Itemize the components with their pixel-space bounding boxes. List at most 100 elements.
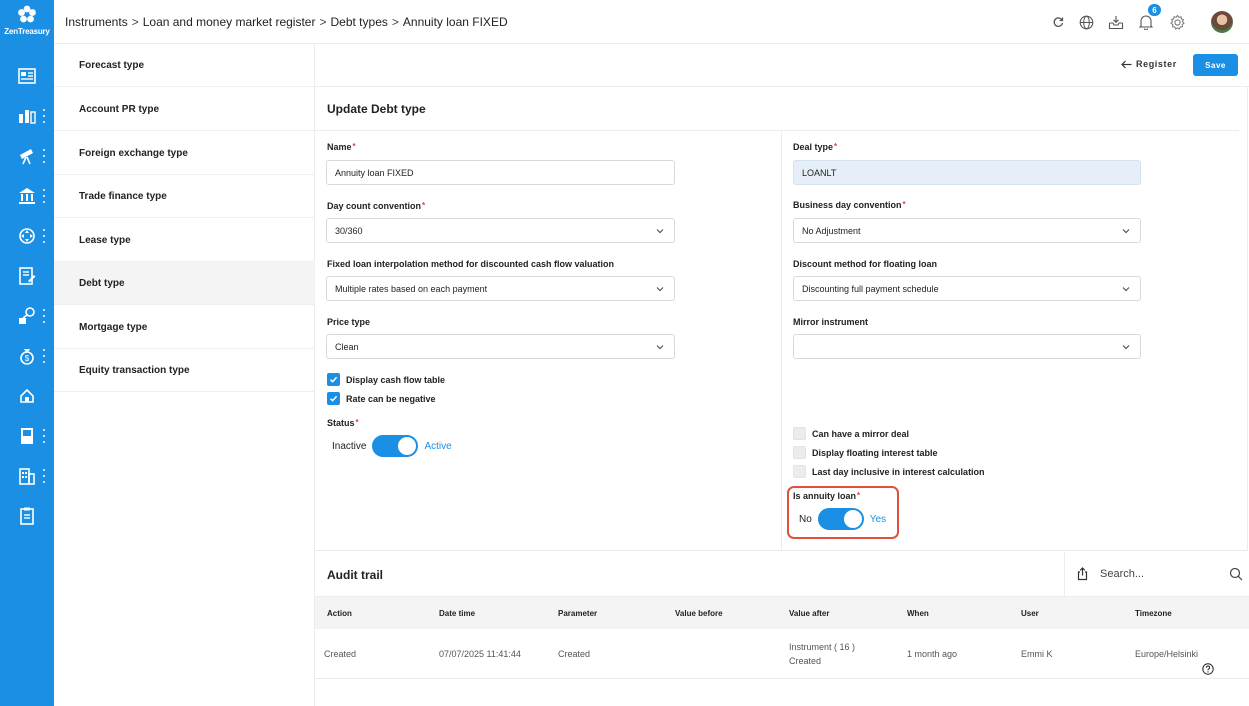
last-day-inclusive-checkbox[interactable]: Last day inclusive in interest calculati… xyxy=(793,465,985,478)
clipboard-icon xyxy=(20,507,34,525)
business-day-select[interactable]: No Adjustment xyxy=(793,218,1141,243)
zen-logo-icon xyxy=(18,5,36,23)
mirror-instrument-label-text: Mirror instrument xyxy=(793,317,869,327)
column-header[interactable]: Action xyxy=(327,609,352,618)
nav-item-trade-finance-type[interactable]: Trade finance type xyxy=(54,175,315,218)
name-value: Annuity loan FIXED xyxy=(335,167,414,178)
annuity-label: Is annuity loan* xyxy=(793,491,860,501)
nav-item-mortgage-type[interactable]: Mortgage type xyxy=(54,306,315,349)
nav-item-forecast-type[interactable]: Forecast type xyxy=(54,44,315,87)
save-button[interactable]: Save xyxy=(1193,54,1238,76)
name-label-text: Name xyxy=(327,142,352,152)
column-header[interactable]: User xyxy=(1021,609,1039,618)
rail-documents[interactable] xyxy=(0,260,54,292)
breadcrumb-instruments[interactable]: Instruments xyxy=(65,15,128,29)
column-header[interactable]: Timezone xyxy=(1135,609,1172,618)
discount-method-select[interactable]: Discounting full payment schedule xyxy=(793,276,1141,301)
audit-search-input[interactable] xyxy=(1100,566,1220,582)
rail-forecast[interactable] xyxy=(0,140,54,172)
column-header[interactable]: When xyxy=(907,609,929,618)
display-cash-flow-checkbox[interactable]: Display cash flow table xyxy=(327,373,445,386)
annuity-toggle[interactable] xyxy=(817,508,864,530)
chevron-down-icon xyxy=(656,345,664,350)
cell-timezone: Europe/Helsinki xyxy=(1135,649,1199,659)
discount-method-label: Discount method for floating loan xyxy=(793,259,937,269)
nav-item-debt-type[interactable]: Debt type xyxy=(54,262,315,305)
more-icon[interactable] xyxy=(42,429,45,443)
discount-method-value: Discounting full payment schedule xyxy=(802,283,939,294)
cell-when: 1 month ago xyxy=(907,649,958,659)
more-icon[interactable] xyxy=(42,469,45,483)
rail-payments[interactable] xyxy=(0,220,54,252)
price-type-label: Price type xyxy=(327,317,370,327)
toggle-knob xyxy=(843,510,862,528)
rail-instruments[interactable] xyxy=(0,300,54,332)
inbox-download-icon xyxy=(1108,15,1124,29)
cell-datetime: 07/07/2025 11:41:44 xyxy=(439,649,521,659)
column-header[interactable]: Value after xyxy=(789,609,829,618)
breadcrumb-debt-types[interactable]: Debt types xyxy=(331,15,388,29)
interpolation-label: Fixed loan interpolation method for disc… xyxy=(327,259,614,269)
column-header[interactable]: Date time xyxy=(439,609,475,618)
status-on-label: Active xyxy=(424,440,452,452)
rail-dashboard[interactable] xyxy=(0,60,54,92)
rail-accounts[interactable] xyxy=(0,100,54,132)
interpolation-label-text: Fixed loan interpolation method for disc… xyxy=(327,259,615,269)
annuity-label-text: Is annuity loan xyxy=(793,491,857,501)
help-icon[interactable] xyxy=(1202,663,1214,675)
nav-item-equity-transaction-type[interactable]: Equity transaction type xyxy=(54,349,315,392)
rail-tasks[interactable] xyxy=(0,500,54,532)
day-count-label-text: Day count convention xyxy=(327,201,422,211)
nav-item-lease-type[interactable]: Lease type xyxy=(54,219,315,262)
more-icon[interactable] xyxy=(42,109,45,123)
table-row[interactable]: Created 07/07/2025 11:41:44 Created Inst… xyxy=(315,629,1249,679)
back-to-register-button[interactable]: Register xyxy=(1121,59,1177,69)
mirror-instrument-select[interactable] xyxy=(793,334,1141,359)
more-icon[interactable] xyxy=(42,229,45,243)
column-header[interactable]: Value before xyxy=(675,609,723,618)
rail-leasing[interactable] xyxy=(0,380,54,412)
rate-negative-checkbox[interactable]: Rate can be negative xyxy=(327,392,436,405)
export-icon[interactable] xyxy=(1076,567,1089,581)
notifications-button[interactable]: 6 xyxy=(1136,3,1162,32)
mirror-deal-checkbox[interactable]: Can have a mirror deal xyxy=(793,427,909,440)
search-icon[interactable] xyxy=(1229,567,1243,581)
bank-icon xyxy=(19,188,35,204)
inbox-button[interactable] xyxy=(1106,12,1126,32)
language-button[interactable] xyxy=(1076,12,1096,32)
rail-bank[interactable] xyxy=(0,180,54,212)
interpolation-select[interactable]: Multiple rates based on each payment xyxy=(326,276,675,301)
refresh-button[interactable] xyxy=(1048,12,1068,32)
column-header[interactable]: Parameter xyxy=(558,609,597,618)
name-field[interactable]: Annuity loan FIXED xyxy=(326,160,675,185)
status-toggle[interactable] xyxy=(372,435,419,457)
settings-button[interactable] xyxy=(1167,12,1187,32)
rail-money[interactable]: $ xyxy=(0,340,54,372)
nav-item-foreign-exchange-type[interactable]: Foreign exchange type xyxy=(54,132,315,175)
more-icon[interactable] xyxy=(42,309,45,323)
instruments-icon xyxy=(19,307,35,324)
floating-interest-table-checkbox[interactable]: Display floating interest table xyxy=(793,446,938,459)
required-marker: * xyxy=(857,491,861,500)
breadcrumb-current: Annuity loan FIXED xyxy=(402,15,508,29)
deal-type-label-text: Deal type xyxy=(793,142,834,152)
rail-reports[interactable] xyxy=(0,420,54,452)
breadcrumb-loan-register[interactable]: Loan and money market register xyxy=(143,15,316,29)
cell-action: Created xyxy=(324,649,357,659)
chevron-down-icon xyxy=(656,229,664,234)
top-icons: 6 xyxy=(1049,0,1249,44)
checkbox-label: Can have a mirror deal xyxy=(812,428,910,439)
price-type-select[interactable]: Clean xyxy=(326,334,675,359)
day-count-select[interactable]: 30/360 xyxy=(326,218,675,243)
more-icon[interactable] xyxy=(42,189,45,203)
rail-companies[interactable] xyxy=(0,460,54,492)
required-marker: * xyxy=(355,418,359,427)
avatar[interactable] xyxy=(1211,11,1233,33)
accounts-icon xyxy=(19,110,36,124)
nav-item-account-pr-type[interactable]: Account PR type xyxy=(54,88,315,131)
required-marker: * xyxy=(834,142,838,151)
more-icon[interactable] xyxy=(42,149,45,163)
more-icon[interactable] xyxy=(42,349,45,363)
app-logo[interactable]: ZenTreasury xyxy=(0,4,54,36)
interpolation-value: Multiple rates based on each payment xyxy=(335,283,488,294)
